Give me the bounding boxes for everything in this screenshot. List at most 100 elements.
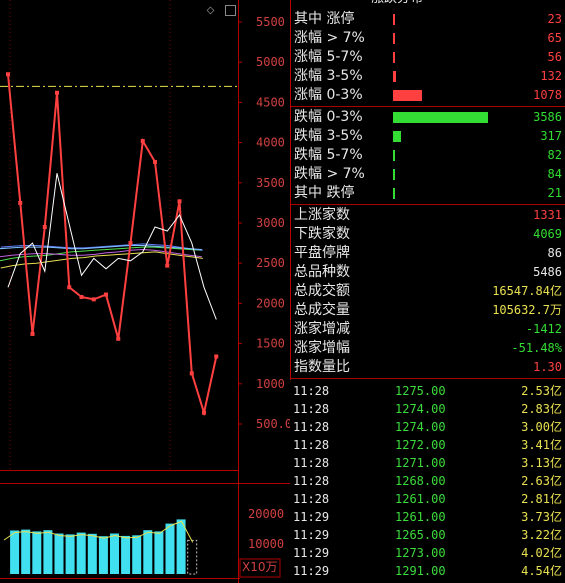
volume-bar xyxy=(43,530,53,574)
distribution-value: 56 xyxy=(547,50,562,64)
tick-list[interactable]: 11:28 1275.00 2.53亿 11:28 1274.00 2.83亿 11:28 1… xyxy=(290,381,565,583)
distribution-value: 84 xyxy=(547,167,562,181)
volume-bar xyxy=(110,533,119,574)
y-tick-label: 5500 xyxy=(256,15,285,29)
up-bar xyxy=(393,52,395,63)
tick-row[interactable]: 11:28 1274.00 3.00亿 xyxy=(290,418,565,436)
tick-time: 11:28 xyxy=(293,456,330,470)
volume-bar xyxy=(187,539,198,575)
distribution-label: 其中 涨停 xyxy=(294,11,355,27)
diamond-icon[interactable]: ◇ xyxy=(205,5,216,16)
summary-value: 1.30 xyxy=(533,360,562,374)
panel-toggle-icon[interactable] xyxy=(225,5,236,16)
tick-volume: 3.22亿 xyxy=(521,528,562,542)
price-point xyxy=(202,410,206,415)
y-tick-label: 2500 xyxy=(256,256,285,270)
summary-label: 总品种数 xyxy=(294,264,350,280)
y-tick-label: 4000 xyxy=(256,136,285,150)
summary-row: 总成交额 16547.84亿 xyxy=(294,282,564,301)
tick-price: 1274.00 xyxy=(395,402,446,416)
tick-row[interactable]: 11:28 1271.00 3.13亿 xyxy=(290,454,565,472)
down-bar xyxy=(393,112,488,123)
y-tick-label: 500.0 xyxy=(256,417,290,431)
distribution-row: 跌幅 3-5% 317 xyxy=(294,127,564,146)
distribution-label: 其中 跌停 xyxy=(294,185,355,201)
price-point xyxy=(104,292,108,297)
summary-value: 1331 xyxy=(533,208,562,222)
tick-price: 1275.00 xyxy=(395,384,446,398)
summary-row: 涨家增幅 -51.48% xyxy=(294,339,564,358)
distribution-value: 65 xyxy=(547,31,562,45)
price-point xyxy=(165,263,170,268)
volume-bar xyxy=(87,533,97,574)
vol-tick-label: 20000 xyxy=(248,507,284,521)
distribution-row: 涨幅 0-3% 1078 xyxy=(294,86,564,105)
y-tick-label: 5000 xyxy=(256,55,285,69)
tick-time: 11:29 xyxy=(293,546,330,560)
up-bar xyxy=(393,33,395,44)
price-point xyxy=(214,354,219,359)
down-bar xyxy=(393,150,396,161)
summary-value: 5486 xyxy=(533,265,562,279)
distribution-row: 跌幅 5-7% 82 xyxy=(294,146,564,165)
summary-row: 下跌家数 4069 xyxy=(294,225,564,244)
summary-value: 4069 xyxy=(533,227,562,241)
summary-row: 总成交量 105632.7万 xyxy=(294,301,564,320)
y-tick-label: 2000 xyxy=(256,296,285,310)
tick-time: 11:28 xyxy=(293,474,330,488)
tick-row[interactable]: 11:28 1261.00 2.81亿 xyxy=(290,490,565,508)
distribution-label: 涨幅 5-7% xyxy=(294,49,363,65)
distribution-label: 跌幅 3-5% xyxy=(294,128,363,144)
tick-volume: 4.02亿 xyxy=(521,546,562,560)
distribution-value: 132 xyxy=(540,69,562,83)
distribution-label: 涨幅 0-3% xyxy=(294,87,363,103)
distribution-row: 涨幅 > 7% 65 xyxy=(294,29,564,48)
summary-label: 总成交量 xyxy=(294,302,350,318)
tick-volume: 3.73亿 xyxy=(521,510,562,524)
price-point xyxy=(128,241,133,246)
tick-row[interactable]: 11:29 1261.00 3.73亿 xyxy=(290,508,565,526)
volume-bar xyxy=(10,530,20,574)
tick-volume: 2.81亿 xyxy=(521,492,562,506)
price-point xyxy=(177,199,182,204)
volume-bar xyxy=(132,535,142,574)
down-bar xyxy=(393,131,402,142)
tick-price: 1274.00 xyxy=(395,420,446,434)
distribution-value: 1078 xyxy=(533,88,562,102)
summary-label: 涨家增幅 xyxy=(294,340,350,356)
tick-volume: 2.63亿 xyxy=(521,474,562,488)
tick-row[interactable]: 11:29 1273.00 4.02亿 xyxy=(290,544,565,562)
price-point xyxy=(140,138,145,143)
down-bar xyxy=(393,188,395,199)
volume-bar xyxy=(65,534,75,574)
tick-volume: 3.00亿 xyxy=(521,420,562,434)
tick-price: 1261.00 xyxy=(395,510,446,524)
distribution-row: 其中 跌停 21 xyxy=(294,184,564,203)
distribution-label: 涨幅 > 7% xyxy=(294,30,365,46)
price-point xyxy=(42,225,47,230)
tick-volume: 2.53亿 xyxy=(521,384,562,398)
tick-row[interactable]: 11:28 1275.00 2.53亿 xyxy=(290,382,565,400)
y-tick-label: 1500 xyxy=(256,337,285,351)
index-chart[interactable]: 5500 5000 4500 4000 3500 3000 2500 2000 1500 1000… xyxy=(0,0,290,583)
chart-panel[interactable]: 5500 5000 4500 4000 3500 3000 2500 2000 1500 1000… xyxy=(0,0,290,583)
distribution-label: 跌幅 0-3% xyxy=(294,109,363,125)
divider xyxy=(291,204,565,205)
tick-row[interactable]: 11:28 1272.00 3.41亿 xyxy=(290,436,565,454)
price-point xyxy=(55,90,59,95)
summary-row: 指数量比 1.30 xyxy=(294,358,564,377)
distribution-value: 317 xyxy=(540,129,562,143)
tick-price: 1273.00 xyxy=(395,546,446,560)
tick-time: 11:28 xyxy=(293,438,330,452)
tick-time: 11:28 xyxy=(293,384,330,398)
tick-row[interactable]: 11:29 1291.00 4.54亿 xyxy=(290,562,565,580)
tick-row[interactable]: 11:29 1265.00 3.22亿 xyxy=(290,526,565,544)
tick-row[interactable]: 11:28 1274.00 2.83亿 xyxy=(290,400,565,418)
vol-tick-label: 10000 xyxy=(248,537,284,551)
down-bar xyxy=(393,169,396,180)
volume-bar xyxy=(143,530,153,574)
price-point xyxy=(79,294,84,299)
summary-row: 涨家增减 -1412 xyxy=(294,320,564,339)
tick-row[interactable]: 11:28 1268.00 2.63亿 xyxy=(290,472,565,490)
summary-row: 上涨家数 1331 xyxy=(294,206,564,225)
